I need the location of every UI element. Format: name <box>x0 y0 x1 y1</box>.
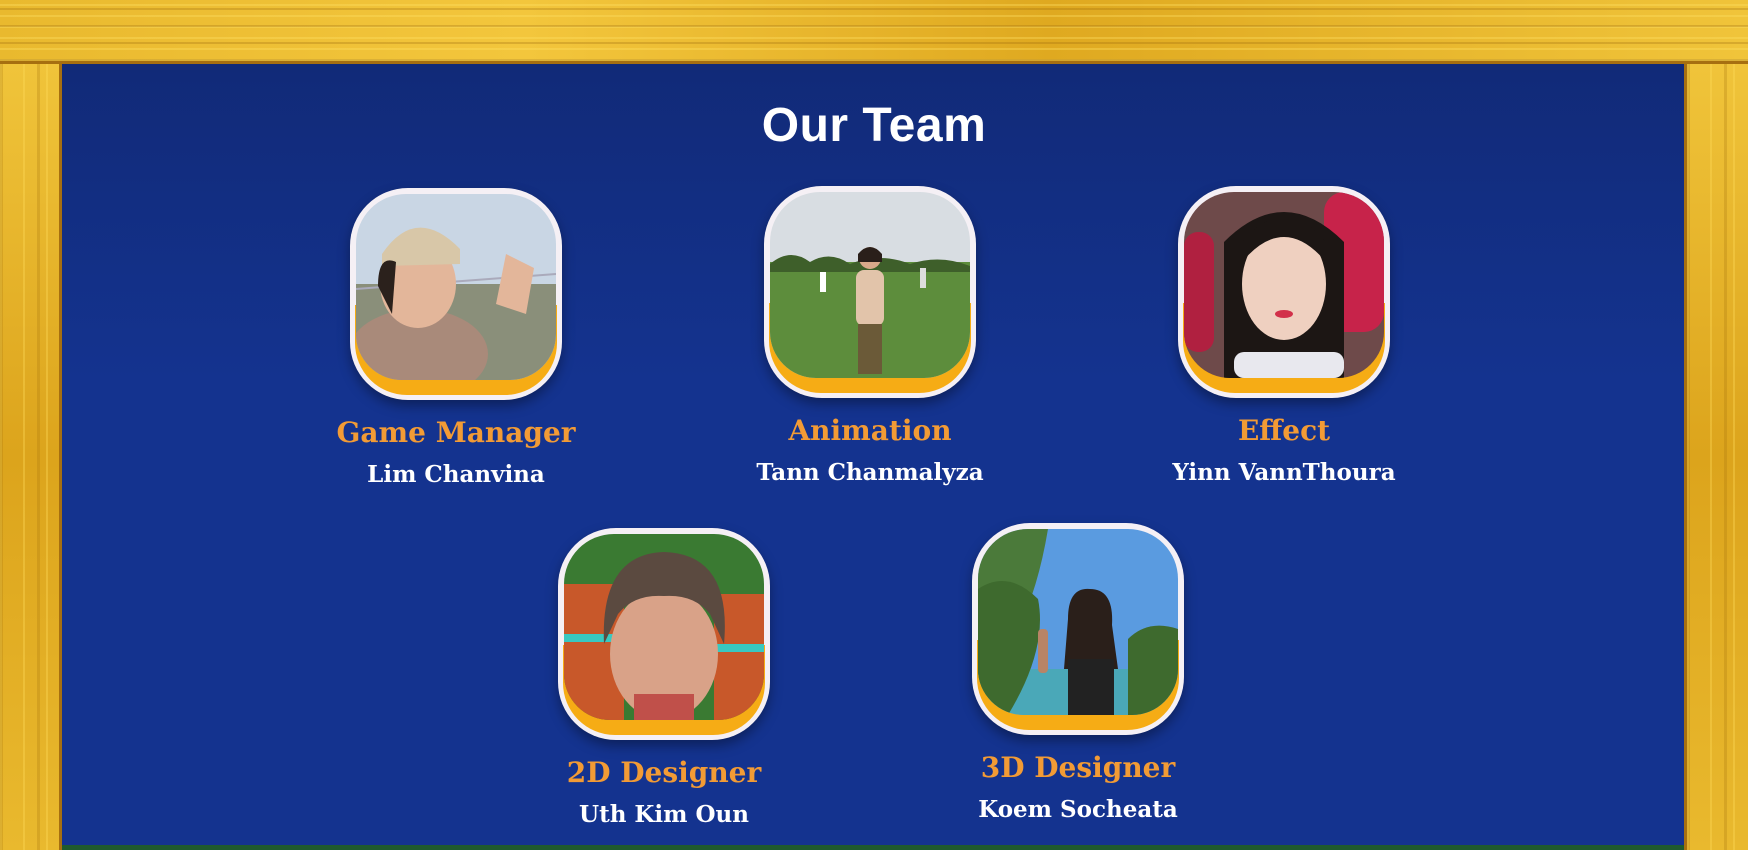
team-card-3d-designer: 3D Designer Koem Socheata <box>948 523 1208 823</box>
member-photo-frame <box>1178 186 1390 398</box>
team-card-animation: Animation Tann Chanmalyza <box>740 186 1000 486</box>
member-photo <box>770 192 970 378</box>
member-photo <box>564 534 764 720</box>
member-name: Yinn VannThoura <box>1172 459 1396 486</box>
wood-frame-left <box>0 64 62 850</box>
member-name: Lim Chanvina <box>367 461 545 488</box>
wood-frame-right <box>1684 64 1748 850</box>
member-photo-frame <box>558 528 770 740</box>
team-card-2d-designer: 2D Designer Uth Kim Oun <box>534 528 794 828</box>
wood-frame-top <box>0 0 1748 64</box>
team-card-effect: Effect Yinn VannThoura <box>1154 186 1414 486</box>
member-photo-frame <box>350 188 562 400</box>
member-role: Effect <box>1237 414 1331 447</box>
member-name: Uth Kim Oun <box>579 801 749 828</box>
member-role: 2D Designer <box>566 756 762 789</box>
member-photo <box>978 529 1178 715</box>
member-role: Game Manager <box>336 416 576 449</box>
member-role: 3D Designer <box>980 751 1176 784</box>
page-title: Our Team <box>761 99 987 152</box>
member-name: Tann Chanmalyza <box>756 459 984 486</box>
board-bottom-edge <box>62 845 1684 850</box>
member-photo-frame <box>764 186 976 398</box>
member-photo <box>1184 192 1384 378</box>
team-card-game-manager: Game Manager Lim Chanvina <box>326 188 586 488</box>
member-name: Koem Socheata <box>978 796 1178 823</box>
member-photo <box>356 194 556 380</box>
member-role: Animation <box>788 414 952 447</box>
member-photo-frame <box>972 523 1184 735</box>
